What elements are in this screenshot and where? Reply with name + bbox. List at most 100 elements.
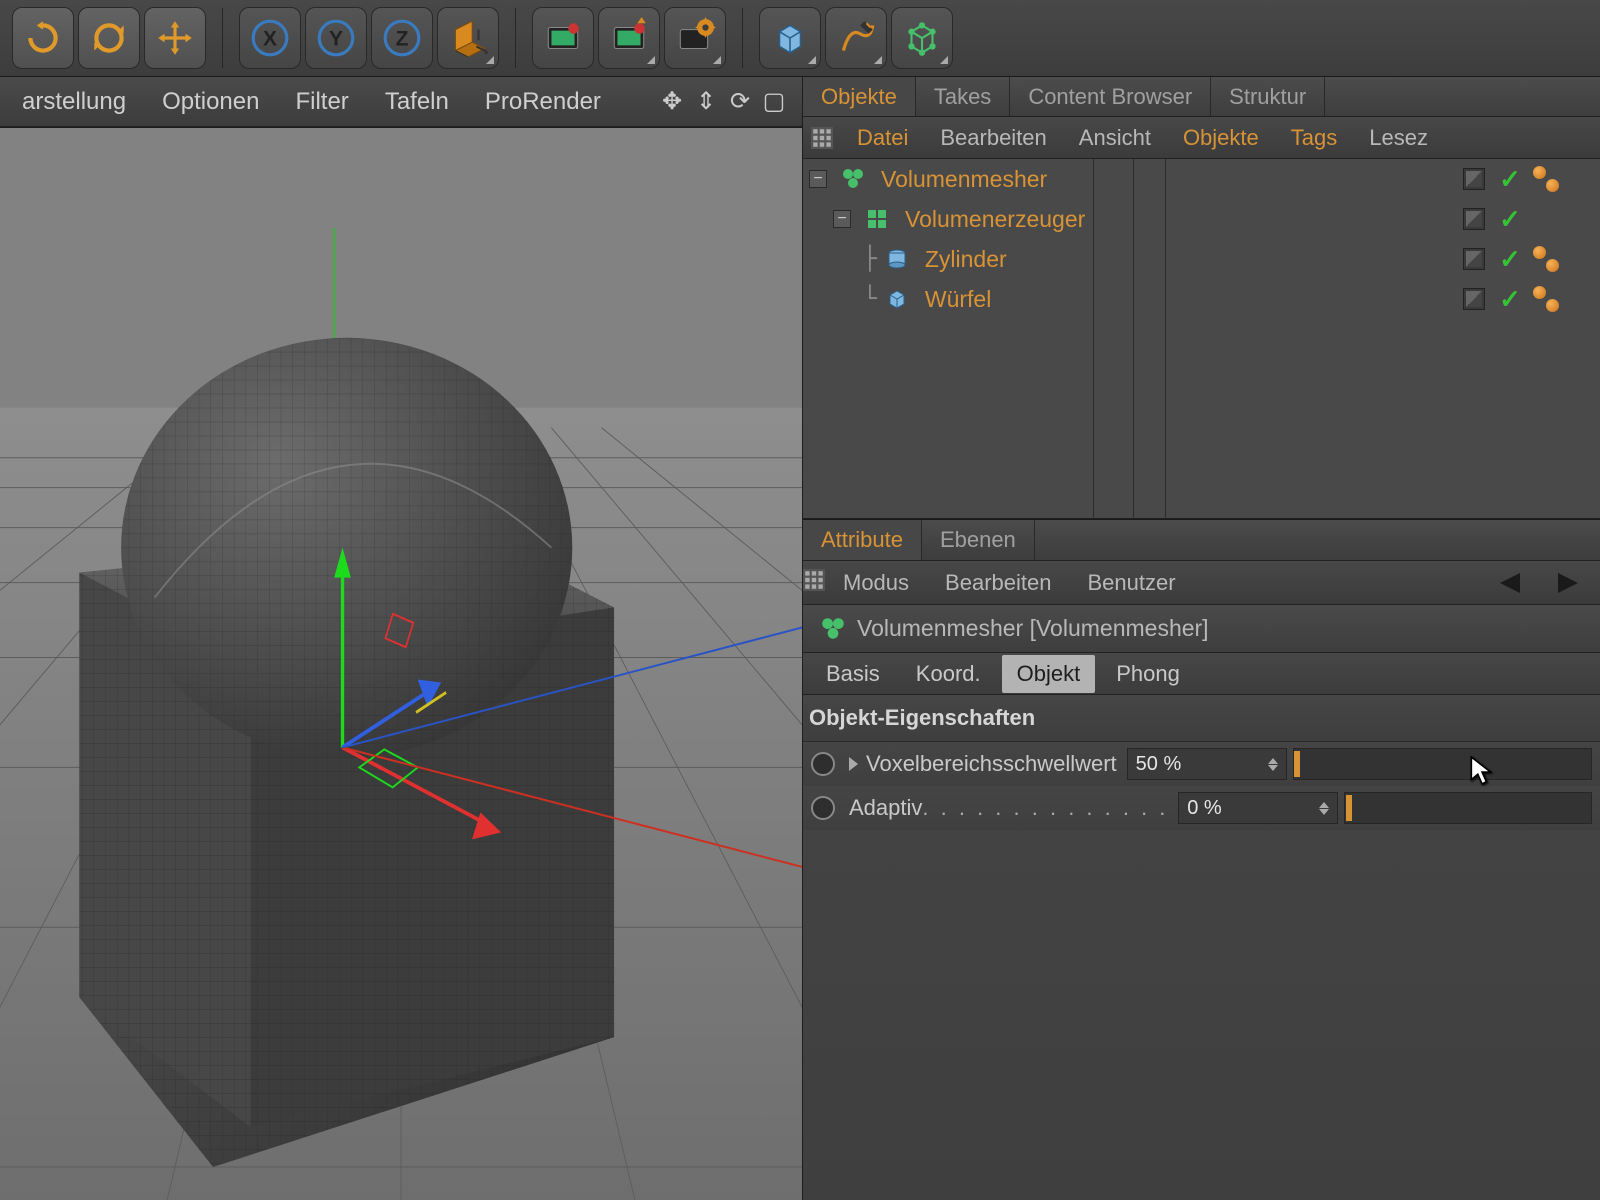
disclosure-icon[interactable] (849, 757, 858, 771)
tab-objekte[interactable]: Objekte (803, 77, 916, 116)
render-settings-button[interactable] (664, 7, 726, 69)
viewport-menu: arstellung Optionen Filter Tafeln ProRen… (0, 77, 802, 127)
property-row: Adaptiv . . . . . . . . . . . . . . . . … (803, 786, 1600, 830)
viewport-menu-item[interactable]: Optionen (144, 80, 277, 124)
maximize-hud-icon[interactable]: ▢ (760, 88, 788, 116)
tree-row[interactable]: − Volumenmesher ✓ (803, 159, 1600, 199)
visibility-check-icon[interactable]: ✓ (1499, 164, 1521, 195)
layer-toggle[interactable] (1463, 168, 1485, 190)
top-toolbar: X Y Z (0, 0, 1600, 77)
render-active-button[interactable] (598, 7, 660, 69)
volumemesher-icon (839, 165, 867, 193)
section-title: Objekt-Eigenschaften (803, 695, 1600, 742)
rotate-button[interactable] (78, 7, 140, 69)
obj-menu-item[interactable]: Ansicht (1063, 119, 1167, 157)
attribute-empty-area (803, 830, 1600, 1200)
subtab-phong[interactable]: Phong (1101, 655, 1195, 693)
obj-menu-item[interactable]: Lesez (1353, 119, 1444, 157)
viewport-3d[interactable] (0, 127, 802, 1200)
tree-item-label: Volumenerzeuger (897, 206, 1085, 233)
cylinder-icon (883, 245, 911, 273)
phong-tag-icon[interactable] (1531, 164, 1561, 194)
visibility-check-icon[interactable]: ✓ (1499, 284, 1521, 315)
property-label: Voxelbereichsschwellwert (866, 751, 1117, 777)
attr-menu-item[interactable]: Modus (825, 564, 927, 602)
spline-pen-button[interactable] (825, 7, 887, 69)
expander-icon[interactable]: − (809, 170, 827, 188)
visibility-check-icon[interactable]: ✓ (1499, 204, 1521, 235)
visibility-check-icon[interactable]: ✓ (1499, 244, 1521, 275)
tab-ebenen[interactable]: Ebenen (922, 520, 1035, 560)
anim-keyframe-radio[interactable] (811, 796, 835, 820)
svg-text:Z: Z (396, 27, 409, 50)
value-field[interactable]: 0 % (1178, 792, 1338, 824)
anim-keyframe-radio[interactable] (811, 752, 835, 776)
layer-toggle[interactable] (1463, 288, 1485, 310)
subtab-basis[interactable]: Basis (811, 655, 895, 693)
stepper[interactable] (1319, 802, 1329, 815)
primitive-cube-button[interactable] (759, 7, 821, 69)
mouse-cursor-icon (1470, 756, 1492, 786)
value-slider[interactable] (1293, 748, 1592, 780)
tree-row[interactable]: − Volumenerzeuger ✓ (803, 199, 1600, 239)
attribute-title-text: Volumenmesher [Volumenmesher] (857, 615, 1209, 642)
attribute-title: Volumenmesher [Volumenmesher] (803, 605, 1600, 653)
move-tool-button[interactable] (144, 7, 206, 69)
render-view-button[interactable] (532, 7, 594, 69)
value-slider[interactable] (1344, 792, 1592, 824)
tab-takes[interactable]: Takes (916, 77, 1010, 116)
tree-item-label: Zylinder (917, 246, 1007, 273)
viewport-menu-item[interactable]: Filter (277, 80, 366, 124)
history-back-icon[interactable] (1496, 571, 1524, 595)
layer-filter-icon[interactable] (803, 569, 825, 597)
generator-button[interactable] (891, 7, 953, 69)
svg-text:X: X (263, 27, 277, 50)
attr-menu-item[interactable]: Bearbeiten (927, 564, 1069, 602)
subtab-koord[interactable]: Koord. (901, 655, 996, 693)
obj-menu-item[interactable]: Objekte (1167, 119, 1275, 157)
object-panel-tabs: Objekte Takes Content Browser Struktur (803, 77, 1600, 117)
phong-tag-icon[interactable] (1531, 284, 1561, 314)
layer-toggle[interactable] (1463, 208, 1485, 230)
rotate-hud-icon[interactable]: ⟳ (726, 88, 754, 116)
tree-row[interactable]: └ Würfel ✓ (803, 279, 1600, 319)
attribute-subtabs: Basis Koord. Objekt Phong (803, 653, 1600, 695)
svg-text:Y: Y (329, 27, 343, 50)
layer-toggle[interactable] (1463, 248, 1485, 270)
cube-prim-icon (883, 285, 911, 313)
layer-filter-icon[interactable] (803, 119, 841, 157)
obj-menu-item[interactable]: Tags (1275, 119, 1353, 157)
axis-z-button[interactable]: Z (371, 7, 433, 69)
axis-y-button[interactable]: Y (305, 7, 367, 69)
history-fwd-icon[interactable] (1554, 571, 1582, 595)
obj-menu-item[interactable]: Datei (841, 119, 924, 157)
tab-attribute[interactable]: Attribute (803, 520, 922, 560)
viewport-menu-item[interactable]: arstellung (4, 80, 144, 124)
volumebuilder-icon (863, 205, 891, 233)
tree-line: ├ (863, 246, 877, 272)
volumemesher-icon (819, 615, 847, 643)
undo-button[interactable] (12, 7, 74, 69)
move-hud-icon[interactable]: ✥ (658, 88, 686, 116)
tab-struktur[interactable]: Struktur (1211, 77, 1325, 116)
attr-menu-item[interactable]: Benutzer (1069, 564, 1193, 602)
coord-system-button[interactable] (437, 7, 499, 69)
label-dots: . . . . . . . . . . . . . . . . . . . . … (922, 795, 1168, 821)
obj-menu-item[interactable]: Bearbeiten (924, 119, 1062, 157)
tree-row[interactable]: ├ Zylinder ✓ (803, 239, 1600, 279)
viewport-menu-item[interactable]: ProRender (467, 80, 619, 124)
zoom-hud-icon[interactable]: ⇕ (692, 88, 720, 116)
phong-tag-icon[interactable] (1531, 244, 1561, 274)
attribute-menu: Modus Bearbeiten Benutzer (803, 561, 1600, 605)
expander-icon[interactable]: − (833, 210, 851, 228)
tab-content-browser[interactable]: Content Browser (1010, 77, 1211, 116)
value-field[interactable]: 50 % (1127, 748, 1287, 780)
property-label: Adaptiv (849, 795, 922, 821)
viewport-menu-item[interactable]: Tafeln (367, 80, 467, 124)
attribute-panel-tabs: Attribute Ebenen (803, 519, 1600, 561)
stepper[interactable] (1268, 758, 1278, 771)
object-tree[interactable]: − Volumenmesher ✓ − Volumenerzeuger ✓ (803, 159, 1600, 519)
axis-x-button[interactable]: X (239, 7, 301, 69)
value-text: 50 % (1136, 753, 1182, 776)
subtab-objekt[interactable]: Objekt (1002, 655, 1096, 693)
